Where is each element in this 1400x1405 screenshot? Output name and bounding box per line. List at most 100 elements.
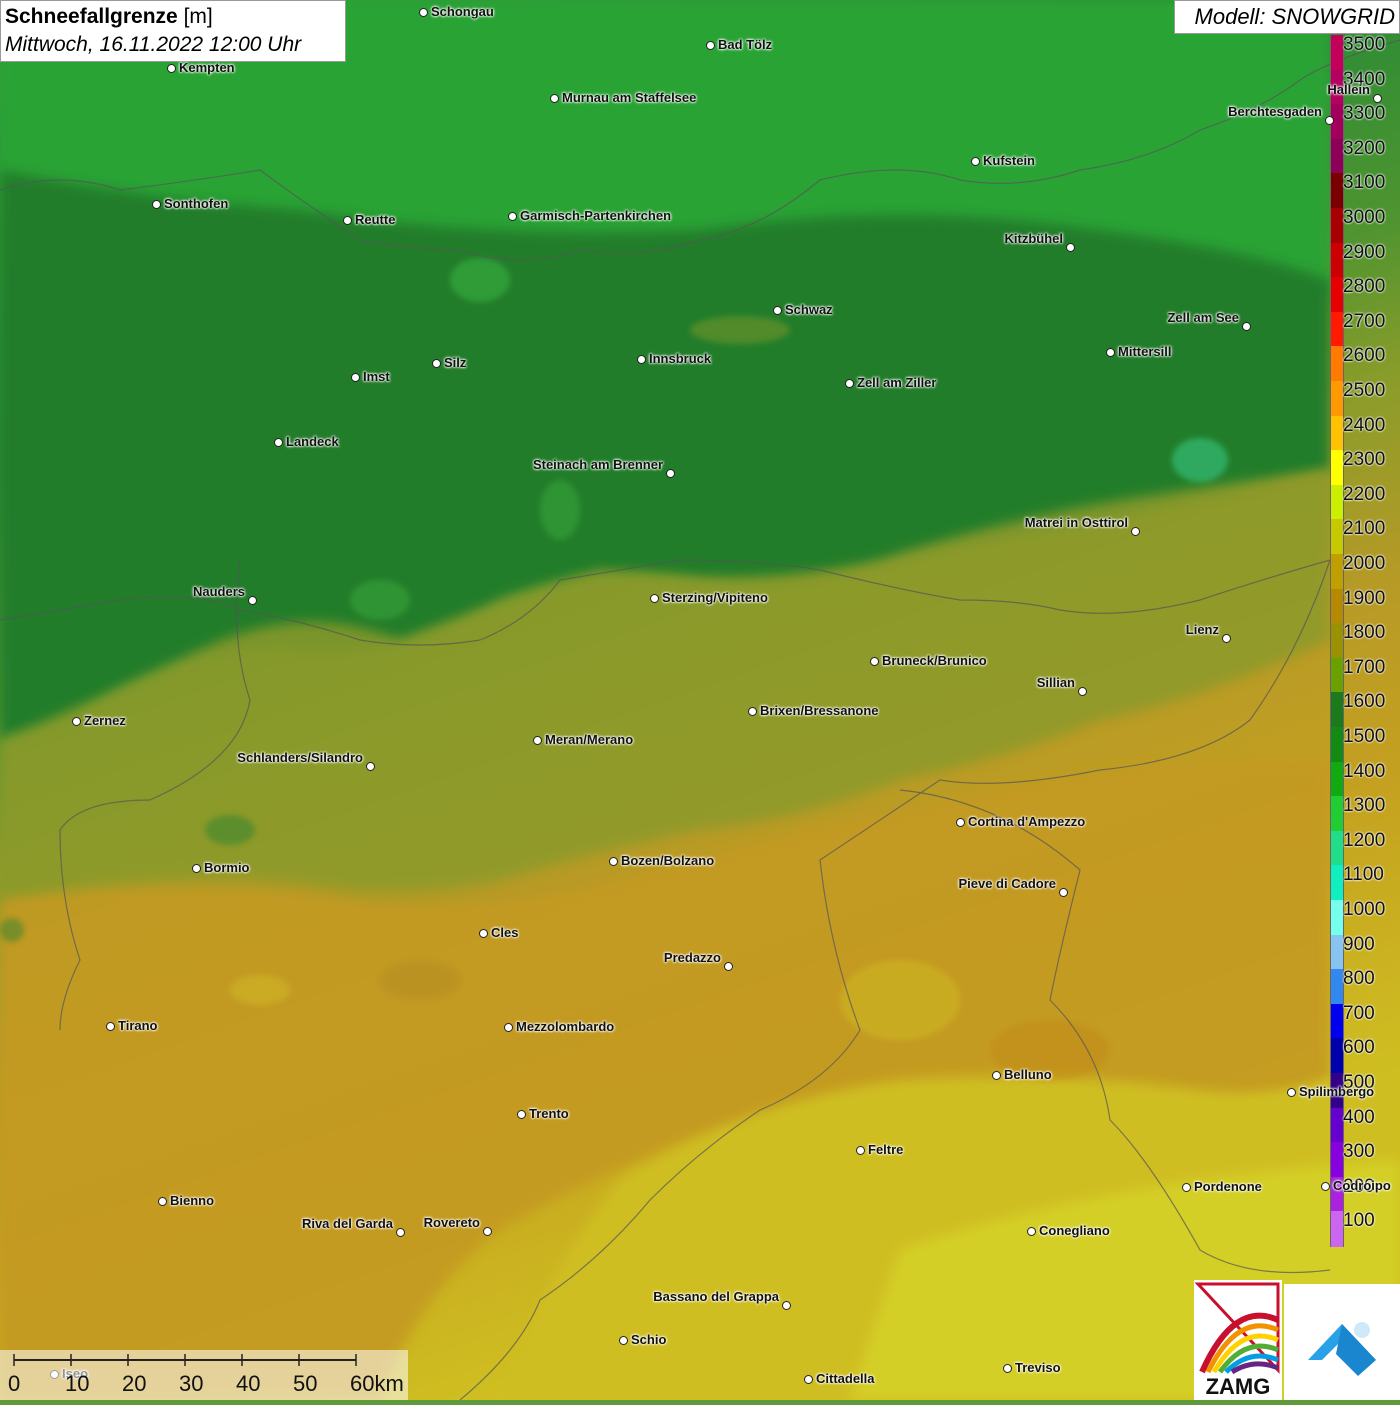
map-title: Schneefallgrenze [m] bbox=[5, 3, 341, 31]
legend-label-1100: 1100 bbox=[1343, 864, 1384, 886]
city-label-schongau: Schongau bbox=[431, 4, 494, 19]
city-label-tirano: Tirano bbox=[118, 1018, 158, 1033]
legend-swatch-700 bbox=[1330, 1003, 1344, 1040]
legend-swatch-2700 bbox=[1330, 311, 1344, 348]
legend-label-2300: 2300 bbox=[1343, 449, 1386, 471]
legend-label-3000: 3000 bbox=[1343, 207, 1386, 228]
legend-swatch-1100 bbox=[1330, 865, 1344, 901]
city-marker-steinach-am-brenner bbox=[666, 469, 675, 478]
city-marker-schio bbox=[619, 1336, 628, 1345]
legend-label-800: 800 bbox=[1343, 968, 1375, 990]
city-marker-tirano bbox=[106, 1022, 115, 1031]
city-label-zell-am-see: Zell am See bbox=[1167, 310, 1239, 325]
city-marker-bruneck-brunico bbox=[870, 657, 879, 666]
legend-swatch-1000 bbox=[1330, 900, 1344, 936]
city-marker-codroipo bbox=[1321, 1182, 1330, 1191]
city-label-pordenone: Pordenone bbox=[1194, 1179, 1262, 1194]
legend-swatch-1300 bbox=[1330, 796, 1344, 832]
city-marker-rovereto bbox=[483, 1227, 492, 1236]
legend-label-1800: 1800 bbox=[1343, 622, 1386, 644]
legend-swatch-3500 bbox=[1330, 35, 1344, 71]
city-label-treviso: Treviso bbox=[1015, 1360, 1061, 1375]
scale-label-3: 30 bbox=[179, 1371, 204, 1396]
legend-swatch-2600 bbox=[1330, 346, 1344, 382]
legend-swatch-3000 bbox=[1330, 208, 1344, 244]
city-label-kempten: Kempten bbox=[179, 60, 235, 75]
city-marker-mezzolombardo bbox=[504, 1023, 513, 1032]
city-label-schio: Schio bbox=[631, 1332, 667, 1347]
city-marker-meran-merano bbox=[533, 736, 542, 745]
city-label-murnau-am-staffelsee: Murnau am Staffelsee bbox=[562, 90, 697, 105]
legend-label-2800: 2800 bbox=[1343, 276, 1386, 298]
city-label-cittadella: Cittadella bbox=[816, 1371, 875, 1386]
legend-swatch-2400 bbox=[1330, 415, 1344, 452]
city-label-brixen-bressanone: Brixen/Bressanone bbox=[760, 703, 879, 718]
legend-swatch-600 bbox=[1330, 1038, 1344, 1074]
scale-bar bbox=[13, 1354, 357, 1366]
title-box: Schneefallgrenze [m] Mittwoch, 16.11.202… bbox=[0, 0, 346, 62]
legend-label-1900: 1900 bbox=[1343, 587, 1386, 609]
legend-label-2900: 2900 bbox=[1343, 241, 1386, 263]
city-marker-garmisch-partenkirchen bbox=[508, 212, 517, 221]
legend-swatch-1200 bbox=[1330, 830, 1344, 867]
city-marker-zell-am-see bbox=[1242, 322, 1251, 331]
city-marker-matrei-in-osttirol bbox=[1131, 527, 1140, 536]
city-label-matrei-in-osttirol: Matrei in Osttirol bbox=[1024, 515, 1128, 530]
city-marker-predazzo bbox=[724, 962, 733, 971]
scale-label-4: 40 bbox=[236, 1371, 261, 1396]
city-marker-cortina-d-ampezzo bbox=[956, 818, 965, 827]
legend-label-2500: 2500 bbox=[1343, 380, 1386, 401]
city-marker-sterzing-vipiteno bbox=[650, 594, 659, 603]
legend-label-1200: 1200 bbox=[1343, 829, 1386, 851]
city-label-lienz: Lienz bbox=[1185, 622, 1219, 637]
city-marker-schongau bbox=[419, 8, 428, 17]
city-label-landeck: Landeck bbox=[286, 434, 339, 449]
city-label-silz: Silz bbox=[444, 355, 467, 370]
city-label-rovereto: Rovereto bbox=[423, 1215, 480, 1230]
city-label-pieve-di-cadore: Pieve di Cadore bbox=[958, 876, 1056, 891]
city-marker-schlanders-silandro bbox=[366, 762, 375, 771]
legend-label-2100: 2100 bbox=[1343, 518, 1386, 540]
legend-swatch-300 bbox=[1330, 1142, 1344, 1178]
legend-swatch-900 bbox=[1330, 934, 1344, 971]
city-marker-lienz bbox=[1222, 634, 1231, 643]
city-marker-spilimbergo bbox=[1287, 1088, 1296, 1097]
city-marker-kempten bbox=[167, 64, 176, 73]
city-marker-murnau-am-staffelsee bbox=[550, 94, 559, 103]
city-marker-feltre bbox=[856, 1146, 865, 1155]
city-label-zernez: Zernez bbox=[84, 713, 126, 728]
city-label-sterzing-vipiteno: Sterzing/Vipiteno bbox=[662, 590, 768, 605]
legend-swatch-1600 bbox=[1330, 692, 1344, 728]
legend-swatch-2100 bbox=[1330, 519, 1344, 555]
city-label-predazzo: Predazzo bbox=[663, 950, 721, 965]
legend-label-400: 400 bbox=[1343, 1106, 1375, 1128]
city-marker-cittadella bbox=[804, 1375, 813, 1384]
city-label-bormio: Bormio bbox=[204, 860, 250, 875]
city-label-zell-am-ziller: Zell am Ziller bbox=[857, 375, 937, 390]
city-label-codroipo: Codroipo bbox=[1333, 1178, 1391, 1193]
legend-swatch-400 bbox=[1330, 1107, 1344, 1144]
legend-label-3100: 3100 bbox=[1343, 172, 1386, 194]
legend-swatch-100 bbox=[1330, 1211, 1344, 1247]
legend-swatch-800 bbox=[1330, 969, 1344, 1005]
city-label-schlanders-silandro: Schlanders/Silandro bbox=[237, 750, 363, 765]
scale-bar-box bbox=[0, 1350, 408, 1400]
city-label-sonthofen: Sonthofen bbox=[164, 196, 229, 211]
city-marker-belluno bbox=[992, 1071, 1001, 1080]
legend-swatch-2000 bbox=[1330, 554, 1344, 590]
legend-label-900: 900 bbox=[1343, 933, 1375, 955]
city-marker-conegliano bbox=[1027, 1227, 1036, 1236]
legend-label-1500: 1500 bbox=[1343, 726, 1386, 747]
city-label-belluno: Belluno bbox=[1004, 1067, 1052, 1082]
city-marker-silz bbox=[432, 359, 441, 368]
legend-swatch-2200 bbox=[1330, 484, 1344, 521]
legend-label-1600: 1600 bbox=[1343, 691, 1386, 713]
city-marker-berchtesgaden bbox=[1325, 116, 1334, 125]
legend-label-2600: 2600 bbox=[1343, 345, 1386, 367]
legend-label-100: 100 bbox=[1343, 1210, 1375, 1232]
legend-label-700: 700 bbox=[1343, 1002, 1375, 1024]
city-label-cortina-d-ampezzo: Cortina d'Ampezzo bbox=[968, 814, 1086, 829]
city-marker-bormio bbox=[192, 864, 201, 873]
city-marker-sillian bbox=[1078, 687, 1087, 696]
city-label-trento: Trento bbox=[529, 1106, 569, 1121]
